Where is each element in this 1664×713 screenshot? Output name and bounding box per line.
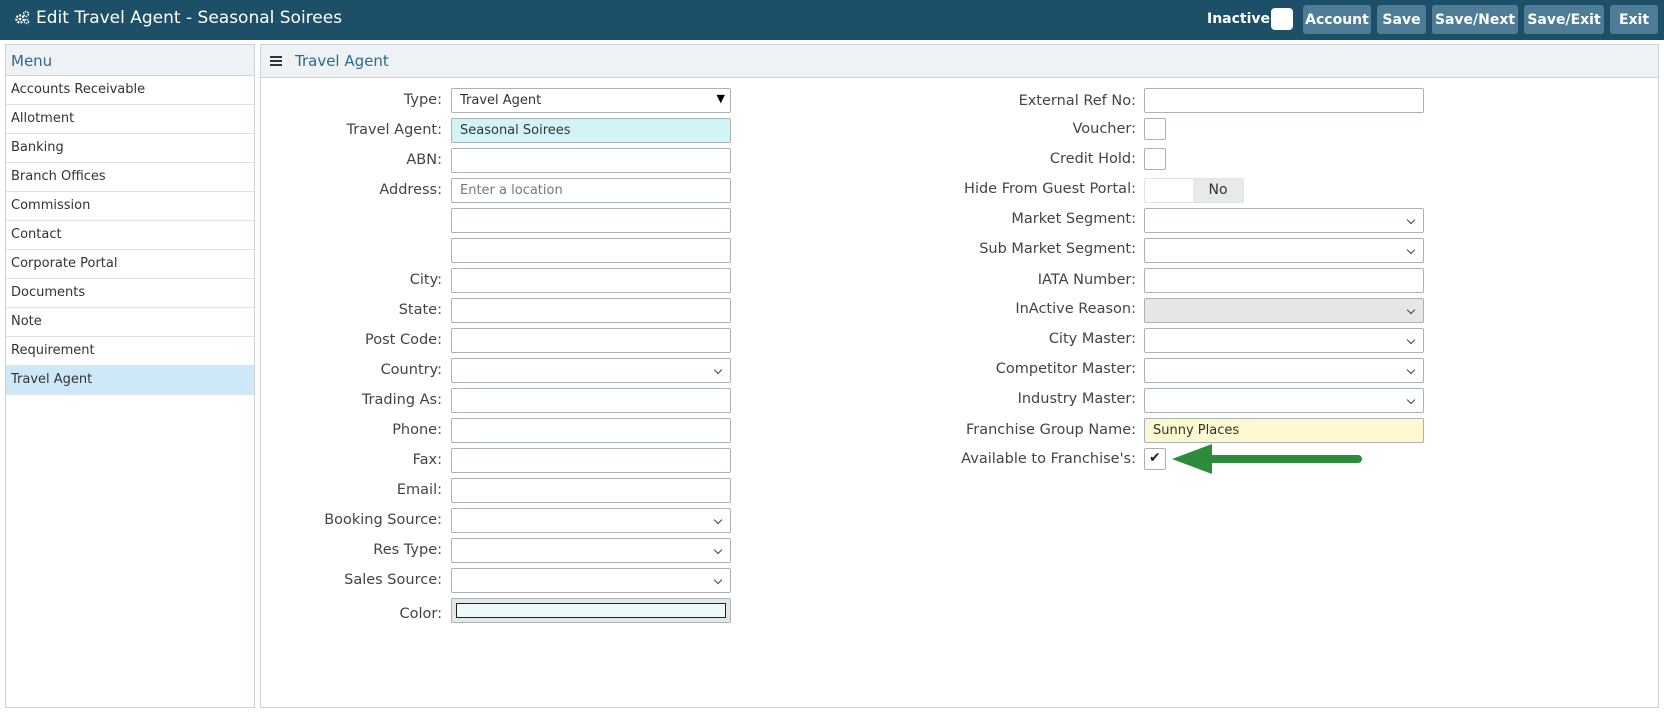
market-segment-select[interactable] [1144,208,1424,233]
sidebar-item-commission[interactable]: Commission [6,192,254,221]
color-picker[interactable] [451,598,731,623]
state-input[interactable] [451,298,731,323]
iata-number-label: IATA Number: [1037,272,1136,288]
res-type-label: Res Type: [373,542,442,558]
industry-master-label: Industry Master: [1017,391,1136,407]
competitor-master-label: Competitor Master: [995,361,1136,377]
sidebar-item-corporate-portal[interactable]: Corporate Portal [6,250,254,279]
sidebar-item-requirement[interactable]: Requirement [6,337,254,366]
color-label: Color: [399,606,443,622]
save-next-button[interactable]: Save/Next [1432,5,1518,34]
market-segment-label: Market Segment: [1011,211,1136,227]
credit-hold-label: Credit Hold: [1049,151,1136,167]
trading-as-label: Trading As: [361,392,442,408]
state-label: State: [398,302,442,318]
toggle-no-label: No [1193,179,1243,202]
address-line-1-input[interactable]: Enter a location [451,178,731,203]
travel-agent-label: Travel Agent: [346,122,442,138]
email-label: Email: [396,482,442,498]
email-input[interactable] [451,478,731,503]
inactive-label: Inactive [1207,11,1271,27]
page-title-text: Edit Travel Agent - Seasonal Soirees [36,8,343,28]
save-exit-button[interactable]: Save/Exit [1524,5,1604,34]
available-to-franchise-checkbox[interactable]: ✔ [1144,448,1166,470]
inactive-checkbox[interactable] [1271,8,1293,30]
inactive-reason-select[interactable] [1144,298,1424,323]
sidebar-item-accounts-receivable[interactable]: Accounts Receivable [6,76,254,105]
sub-market-segment-select[interactable] [1144,238,1424,263]
sidebar-menu: Menu Accounts Receivable Allotment Banki… [5,44,255,708]
post-code-input[interactable] [451,328,731,353]
inactive-reason-label: InActive Reason: [1015,301,1136,317]
hamburger-icon[interactable] [269,54,283,68]
phone-input[interactable] [451,418,731,443]
hide-guest-portal-label: Hide From Guest Portal: [964,181,1136,197]
city-master-select[interactable] [1144,328,1424,353]
sidebar-item-travel-agent[interactable]: Travel Agent [6,366,254,395]
fax-label: Fax: [412,452,442,468]
franchise-group-input[interactable]: Sunny Places [1144,418,1424,443]
sidebar-item-banking[interactable]: Banking [6,134,254,163]
sidebar-item-note[interactable]: Note [6,308,254,337]
external-ref-input[interactable] [1144,88,1424,113]
external-ref-label: External Ref No: [1018,93,1136,109]
panel-header: Travel Agent [261,45,1658,78]
available-to-franchise-label: Available to Franchise's: [961,451,1136,467]
sidebar-item-contact[interactable]: Contact [6,221,254,250]
franchise-group-label: Franchise Group Name: [965,422,1136,438]
city-master-label: City Master: [1048,331,1136,347]
page-title: Edit Travel Agent - Seasonal Soirees [14,8,342,28]
voucher-label: Voucher: [1072,121,1136,137]
post-code-label: Post Code: [365,332,442,348]
sidebar-item-allotment[interactable]: Allotment [6,105,254,134]
abn-label: ABN: [406,152,442,168]
address-line-2-input[interactable] [451,208,731,233]
res-type-select[interactable] [451,538,731,563]
address-label: Address: [379,182,442,198]
top-bar: Edit Travel Agent - Seasonal Soirees Ina… [0,0,1664,40]
sidebar-title: Menu [6,45,254,76]
color-swatch [456,603,726,618]
exit-button[interactable]: Exit [1610,5,1658,34]
address-line-3-input[interactable] [451,238,731,263]
checkmark-icon: ✔ [1149,450,1161,466]
hide-guest-portal-toggle[interactable]: No [1144,178,1244,203]
credit-hold-checkbox[interactable] [1144,148,1166,170]
type-value: Travel Agent [460,93,542,108]
booking-source-label: Booking Source: [324,512,442,528]
city-label: City: [409,272,442,288]
competitor-master-select[interactable] [1144,358,1424,383]
trading-as-input[interactable] [451,388,731,413]
iata-number-input[interactable] [1144,268,1424,293]
sub-market-segment-label: Sub Market Segment: [979,241,1136,257]
fax-input[interactable] [451,448,731,473]
industry-master-select[interactable] [1144,388,1424,413]
type-select[interactable]: Travel Agent ▼ [451,88,731,113]
sidebar-item-branch-offices[interactable]: Branch Offices [6,163,254,192]
sidebar-item-documents[interactable]: Documents [6,279,254,308]
gears-icon [15,10,30,25]
account-button[interactable]: Account [1303,5,1371,34]
booking-source-select[interactable] [451,508,731,533]
country-select[interactable] [451,358,731,383]
phone-label: Phone: [392,422,442,438]
triangle-down-icon: ▼ [716,92,725,105]
save-button[interactable]: Save [1377,5,1426,34]
country-label: Country: [380,362,442,378]
annotation-arrow-icon [1172,444,1362,474]
panel-title: Travel Agent [295,52,389,70]
sales-source-select[interactable] [451,568,731,593]
sales-source-label: Sales Source: [344,572,442,588]
city-input[interactable] [451,268,731,293]
voucher-checkbox[interactable] [1144,118,1166,140]
type-label: Type: [403,92,442,108]
travel-agent-input[interactable]: Seasonal Soirees [451,118,731,143]
abn-input[interactable] [451,148,731,173]
